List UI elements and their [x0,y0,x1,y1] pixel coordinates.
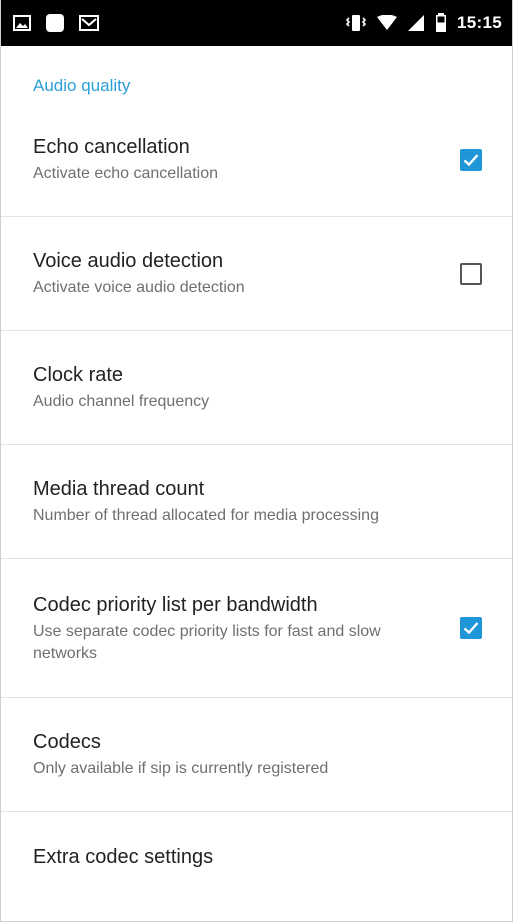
pref-text: Extra codec settings [33,844,482,870]
status-bar-system: 15:15 [345,13,502,33]
pref-codecs[interactable]: Codecs Only available if sip is currentl… [1,698,512,812]
pref-echo-cancellation[interactable]: Echo cancellation Activate echo cancella… [1,103,512,217]
pref-summary: Activate echo cancellation [33,165,218,182]
pref-title: Clock rate [33,364,124,386]
vibrate-icon [345,14,367,32]
pref-clock-rate[interactable]: Clock rate Audio channel frequency [1,331,512,445]
pref-title: Voice audio detection [33,250,224,272]
section-header-audio-quality: Audio quality [33,76,131,95]
pref-text: Voice audio detection Activate voice aud… [33,248,460,299]
pref-title: Echo cancellation [33,136,190,158]
checkmark-icon [463,622,479,635]
pref-text: Codecs Only available if sip is currentl… [33,729,482,780]
status-bar-notifications [13,13,113,33]
pref-title: Codecs [33,731,101,753]
pref-summary: Use separate codec priority lists for fa… [33,622,381,662]
status-clock: 15:15 [457,13,502,32]
square-app-icon [45,13,65,33]
checkmark-icon [463,153,479,166]
pref-title: Media thread count [33,478,205,500]
pref-voice-audio-detection[interactable]: Voice audio detection Activate voice aud… [1,217,512,331]
pref-summary: Number of thread allocated for media pro… [33,507,379,524]
pref-extra-codec-settings[interactable]: Extra codec settings [1,812,512,902]
pref-summary: Activate voice audio detection [33,279,245,296]
wifi-icon [377,15,398,31]
pref-summary: Only available if sip is currently regis… [33,760,329,777]
pref-text: Codec priority list per bandwidth Use se… [33,592,460,665]
battery-icon [435,13,447,33]
pref-title: Extra codec settings [33,846,214,868]
pref-summary: Audio channel frequency [33,393,210,410]
pref-text: Clock rate Audio channel frequency [33,362,482,413]
pref-title: Codec priority list per bandwidth [33,593,318,616]
image-icon [13,15,31,31]
gmail-icon [79,15,99,31]
echo-cancellation-checkbox[interactable] [460,148,482,171]
signal-icon [407,14,425,32]
pref-codec-priority-list[interactable]: Codec priority list per bandwidth Use se… [1,559,512,698]
settings-screen: 15:15 Audio quality Echo cancellation Ac… [0,0,513,922]
codec-priority-list-checkbox[interactable] [460,617,482,639]
status-bar: 15:15 [1,0,512,46]
voice-audio-detection-checkbox[interactable] [460,262,482,285]
preference-list: Echo cancellation Activate echo cancella… [1,103,512,902]
pref-text: Echo cancellation Activate echo cancella… [33,134,460,185]
pref-media-thread-count[interactable]: Media thread count Number of thread allo… [1,445,512,559]
pref-text: Media thread count Number of thread allo… [33,476,482,527]
